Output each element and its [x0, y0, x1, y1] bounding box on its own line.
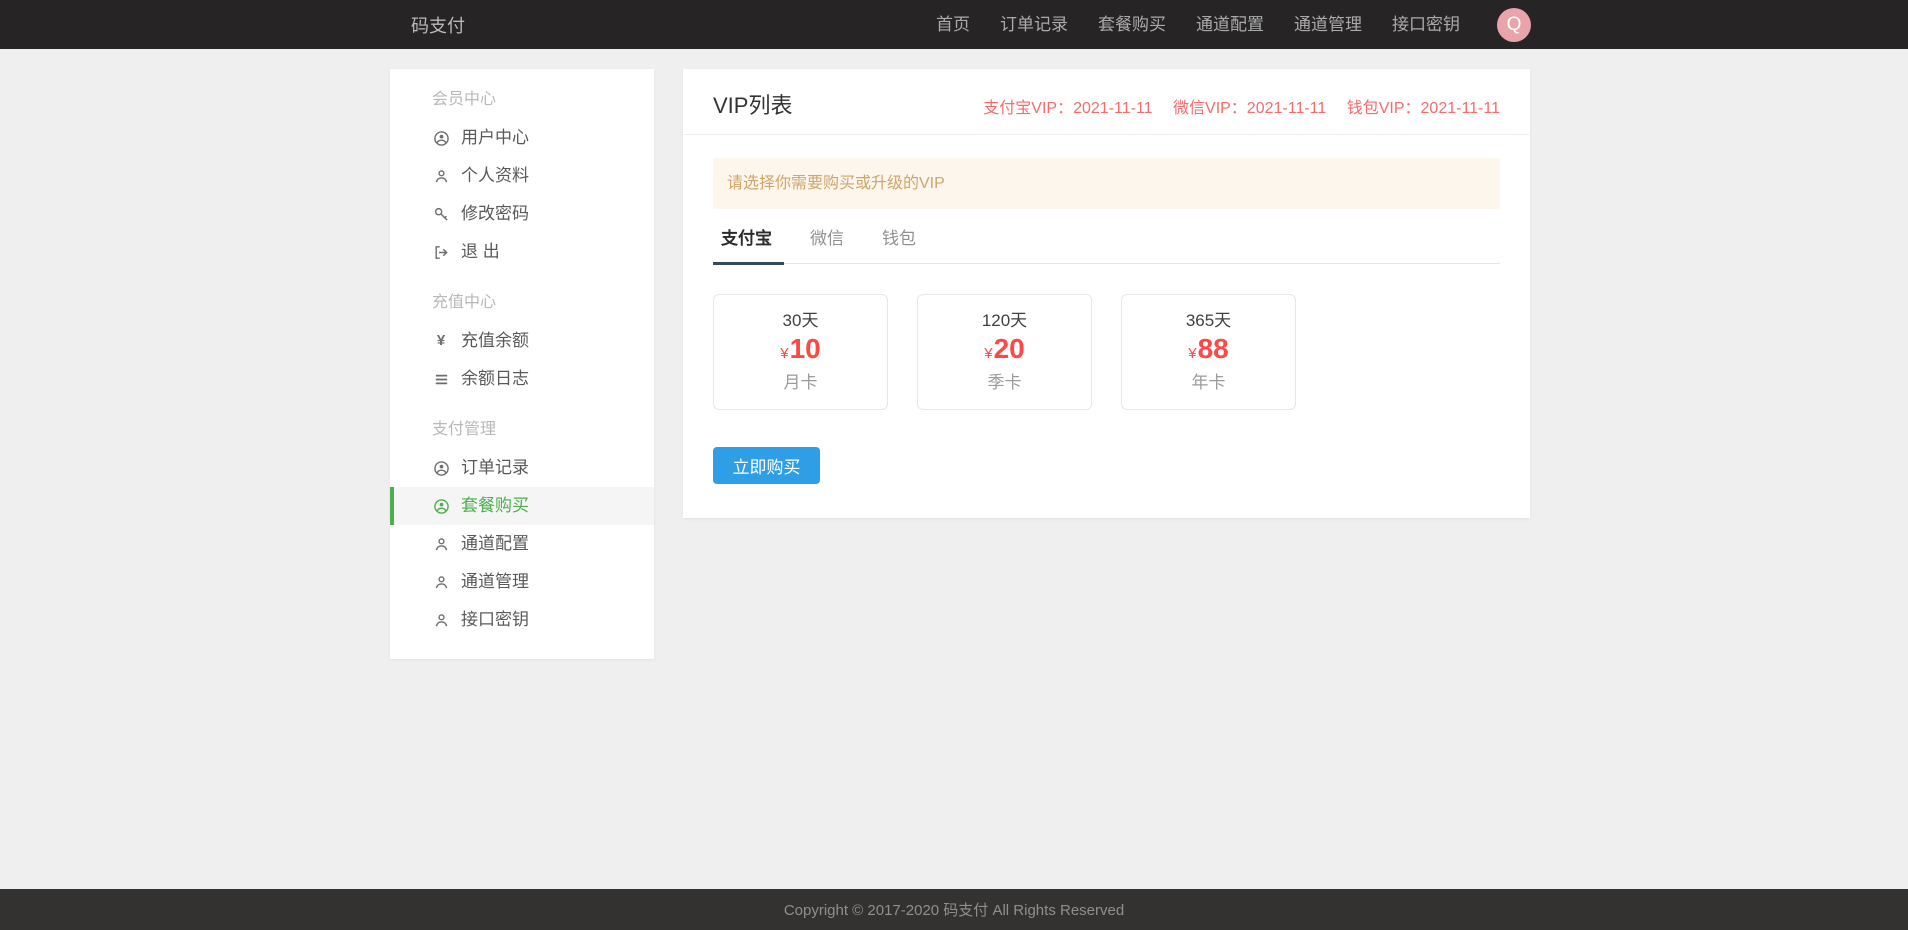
sidebar-item-change-password[interactable]: 修改密码	[390, 195, 654, 233]
vip-plan-list: 30天 ¥10 月卡 120天 ¥20 季卡 365天 ¥88 年卡	[713, 294, 1500, 410]
copyright-text: Copyright © 2017-2020 码支付 All Rights Res…	[784, 899, 1124, 920]
plan-label: 季卡	[988, 373, 1022, 393]
sidebar-section-recharge-center: 充值中心 ¥ 充值余额 余额日志	[390, 284, 654, 398]
sidebar-section-title: 充值中心	[390, 284, 654, 322]
plan-price: ¥20	[984, 333, 1025, 370]
nav-item-api-key[interactable]: 接口密钥	[1377, 0, 1475, 49]
plan-days: 30天	[783, 311, 819, 331]
sidebar-item-label: 接口密钥	[461, 610, 529, 630]
main-panel: VIP列表 支付宝VIP：2021-11-11 微信VIP：2021-11-11…	[683, 69, 1530, 518]
sidebar-item-label: 个人资料	[461, 166, 529, 186]
sidebar-section-title: 会员中心	[390, 81, 654, 119]
plan-card-quarterly[interactable]: 120天 ¥20 季卡	[917, 294, 1092, 410]
plan-days: 120天	[982, 311, 1027, 331]
vip-select-alert: 请选择你需要购买或升级的VIP	[713, 158, 1500, 209]
plan-card-monthly[interactable]: 30天 ¥10 月卡	[713, 294, 888, 410]
sidebar-item-package-purchase[interactable]: 套餐购买	[390, 487, 654, 525]
wallet-vip-date: 钱包VIP：2021-11-11	[1347, 100, 1500, 117]
plan-price: ¥10	[780, 333, 821, 370]
brand-title[interactable]: 码支付	[411, 12, 465, 38]
sidebar-item-order-records[interactable]: 订单记录	[390, 449, 654, 487]
main-header: VIP列表 支付宝VIP：2021-11-11 微信VIP：2021-11-11…	[683, 69, 1530, 135]
buy-now-button[interactable]: 立即购买	[713, 447, 820, 484]
page-title: VIP列表	[713, 94, 792, 118]
user-icon	[432, 535, 450, 553]
currency-symbol: ¥	[1188, 345, 1196, 362]
yen-icon: ¥	[432, 332, 450, 350]
nav-item-channel-manage[interactable]: 通道管理	[1279, 0, 1377, 49]
sidebar-section-title: 支付管理	[390, 411, 654, 449]
vip-status-dates: 支付宝VIP：2021-11-11 微信VIP：2021-11-11 钱包VIP…	[983, 94, 1500, 118]
tab-wallet[interactable]: 钱包	[874, 229, 928, 263]
price-amount: 20	[994, 333, 1025, 364]
nav-item-channel-config[interactable]: 通道配置	[1181, 0, 1279, 49]
plan-days: 365天	[1186, 311, 1231, 331]
page-footer: Copyright © 2017-2020 码支付 All Rights Res…	[0, 889, 1908, 930]
sign-out-icon	[432, 243, 450, 261]
sidebar-item-label: 退 出	[461, 242, 500, 262]
user-circle-icon	[432, 129, 450, 147]
user-icon	[432, 167, 450, 185]
nav-item-order-records[interactable]: 订单记录	[985, 0, 1083, 49]
plan-price: ¥88	[1188, 333, 1229, 370]
user-circle-icon	[432, 497, 450, 515]
sidebar-item-label: 套餐购买	[461, 496, 529, 516]
sidebar-item-channel-manage[interactable]: 通道管理	[390, 563, 654, 601]
user-circle-icon	[432, 459, 450, 477]
nav-item-home[interactable]: 首页	[921, 0, 985, 49]
sidebar-item-profile[interactable]: 个人资料	[390, 157, 654, 195]
sidebar-item-channel-config[interactable]: 通道配置	[390, 525, 654, 563]
wechat-vip-date: 微信VIP：2021-11-11	[1173, 100, 1326, 117]
currency-symbol: ¥	[984, 345, 992, 362]
top-navbar: 码支付 首页 订单记录 套餐购买 通道配置 通道管理 接口密钥 Q	[0, 0, 1908, 49]
price-amount: 88	[1198, 333, 1229, 364]
sidebar-item-user-center[interactable]: 用户中心	[390, 119, 654, 157]
sidebar-item-label: 修改密码	[461, 204, 529, 224]
sidebar-item-label: 充值余额	[461, 331, 529, 351]
sidebar-item-label: 通道配置	[461, 534, 529, 554]
plan-label: 月卡	[784, 373, 818, 393]
sidebar-item-balance-log[interactable]: 余额日志	[390, 360, 654, 398]
sidebar-item-api-key[interactable]: 接口密钥	[390, 601, 654, 639]
user-icon	[432, 573, 450, 591]
sidebar-item-label: 余额日志	[461, 369, 529, 389]
list-icon	[432, 370, 450, 388]
alipay-vip-date: 支付宝VIP：2021-11-11	[983, 100, 1152, 117]
nav-item-package-purchase[interactable]: 套餐购买	[1083, 0, 1181, 49]
plan-label: 年卡	[1192, 373, 1226, 393]
avatar[interactable]: Q	[1497, 8, 1531, 42]
tab-alipay[interactable]: 支付宝	[713, 229, 784, 263]
price-amount: 10	[790, 333, 821, 364]
currency-symbol: ¥	[780, 345, 788, 362]
key-icon	[432, 205, 450, 223]
tab-wechat[interactable]: 微信	[802, 229, 856, 263]
sidebar-item-label: 用户中心	[461, 128, 529, 148]
user-icon	[432, 611, 450, 629]
payment-tabs: 支付宝 微信 钱包	[713, 229, 1500, 264]
sidebar: 会员中心 用户中心 个人资料 修改密码 退 出 充值中心 ¥ 充值余额 余额日志	[390, 69, 654, 659]
sidebar-item-recharge-balance[interactable]: ¥ 充值余额	[390, 322, 654, 360]
sidebar-section-member-center: 会员中心 用户中心 个人资料 修改密码 退 出	[390, 81, 654, 271]
sidebar-item-label: 通道管理	[461, 572, 529, 592]
sidebar-item-logout[interactable]: 退 出	[390, 233, 654, 271]
plan-card-yearly[interactable]: 365天 ¥88 年卡	[1121, 294, 1296, 410]
sidebar-section-payment-manage: 支付管理 订单记录 套餐购买 通道配置 通道管理 接口密钥	[390, 411, 654, 639]
sidebar-item-label: 订单记录	[461, 458, 529, 478]
